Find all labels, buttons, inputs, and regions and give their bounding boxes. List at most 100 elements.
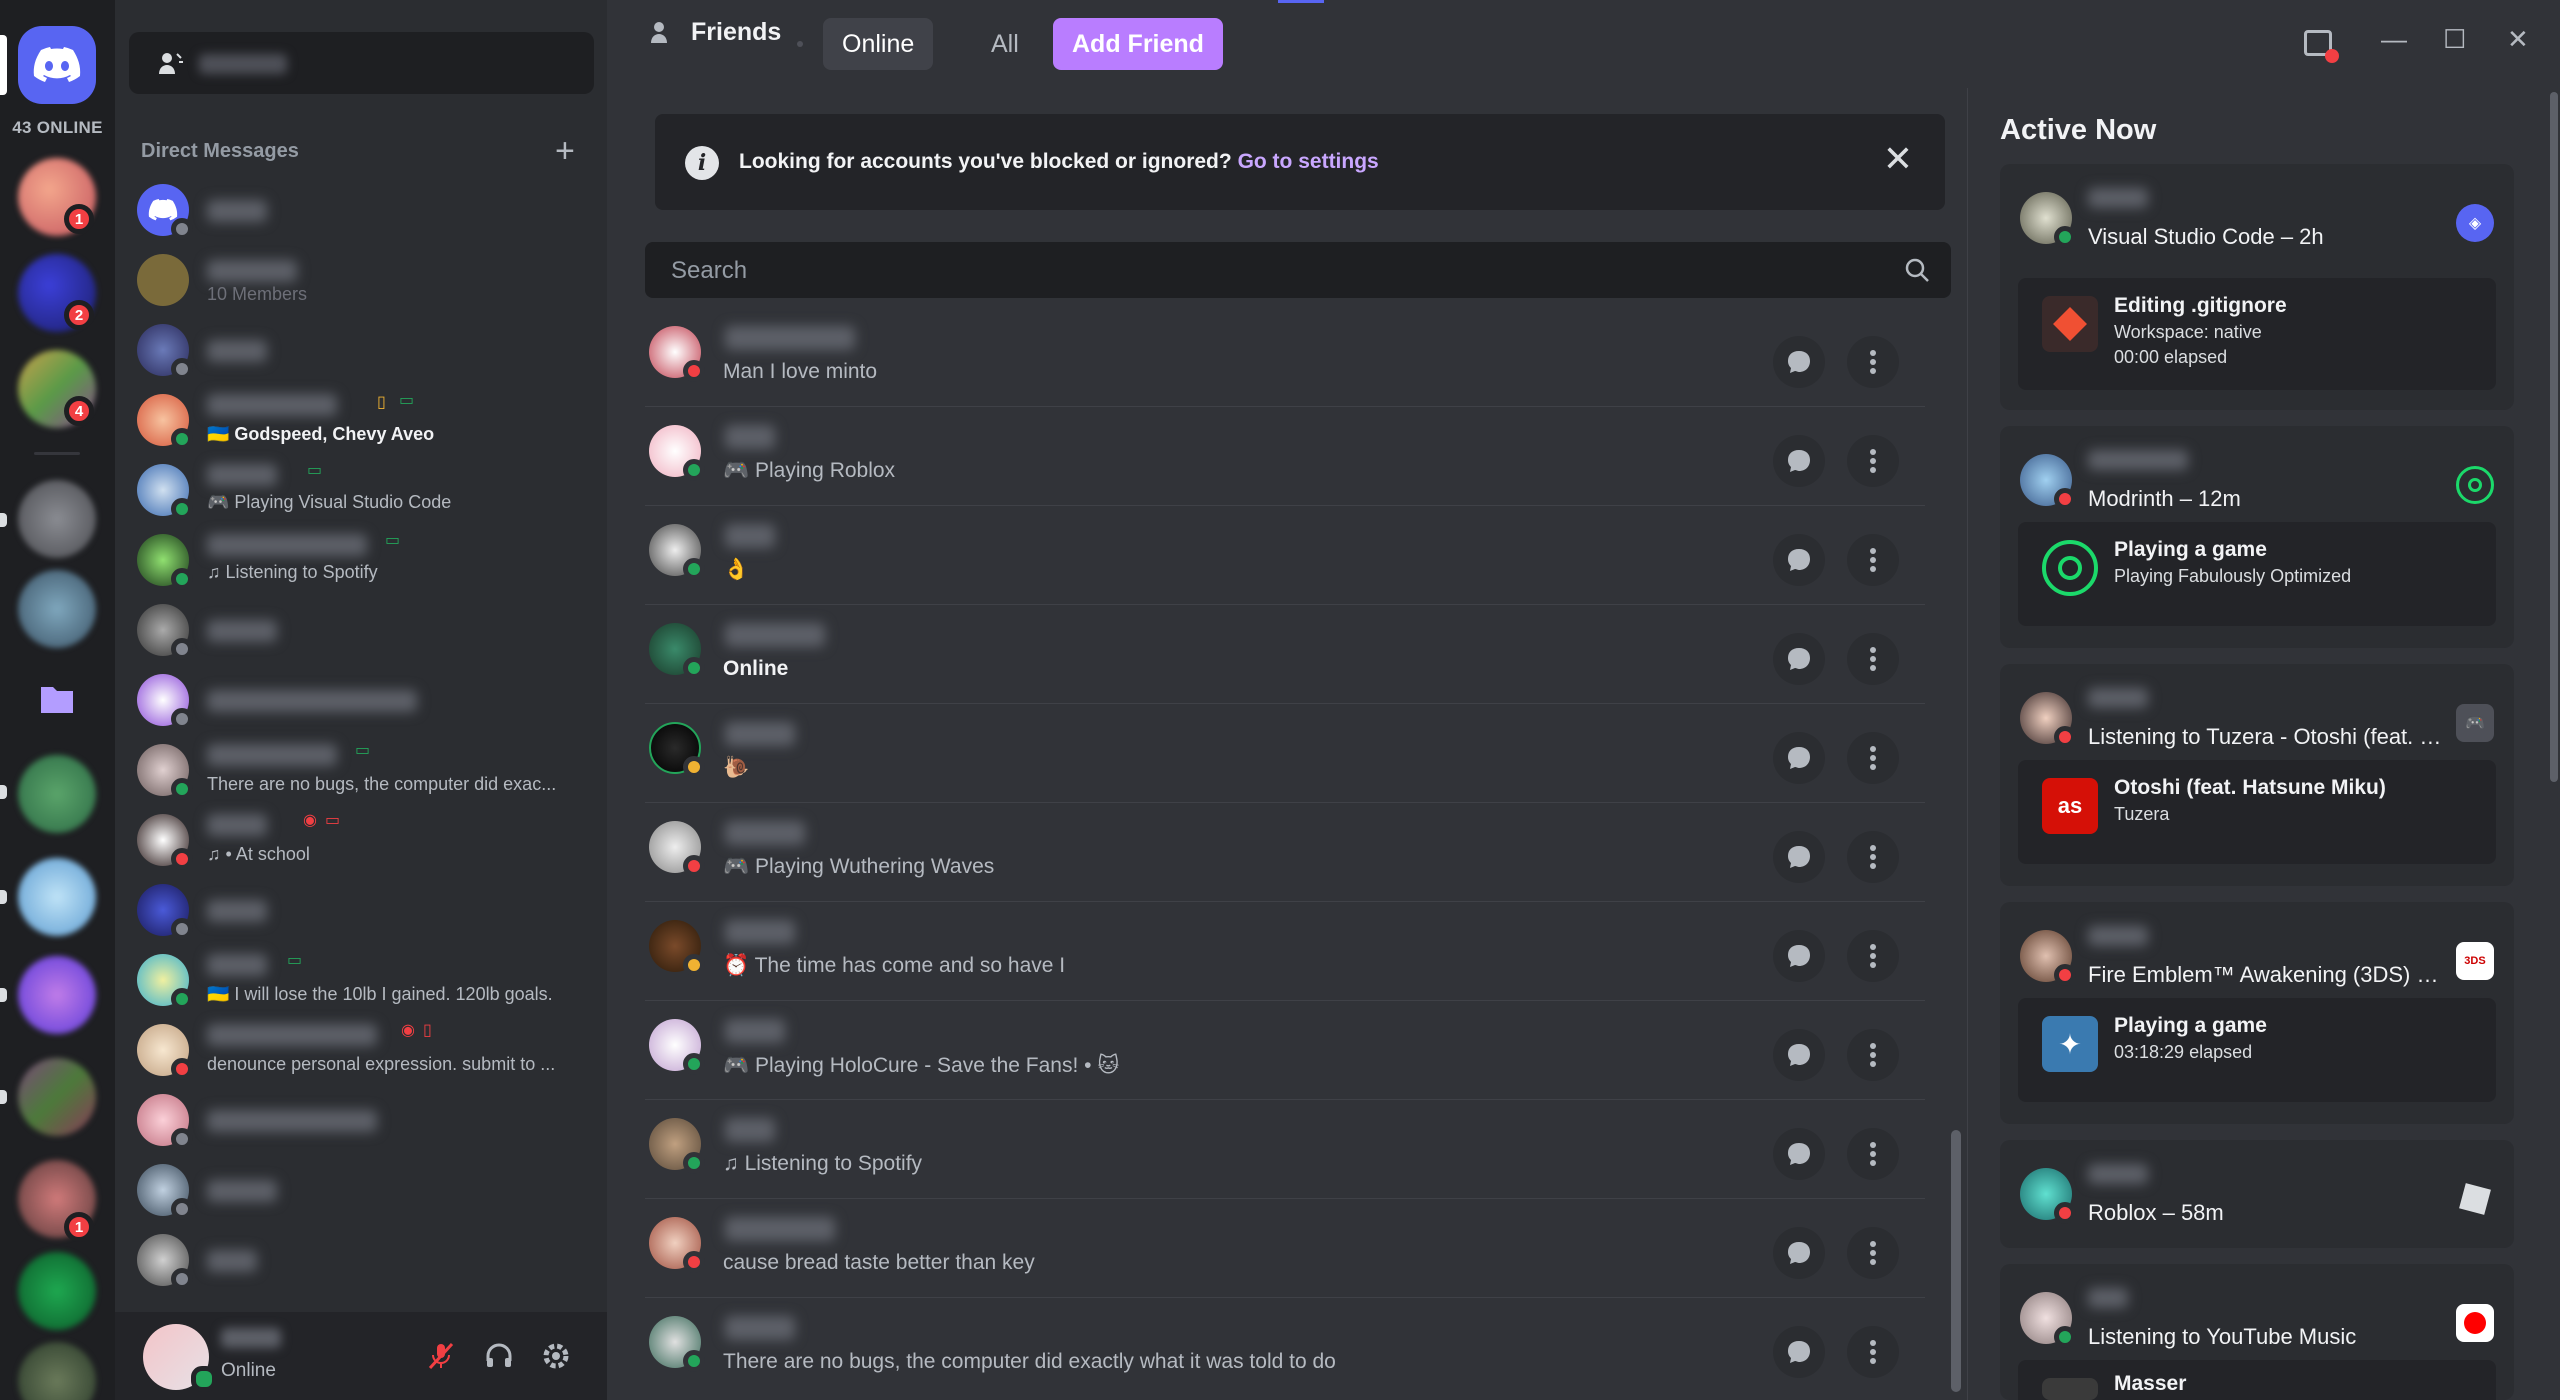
activity-card[interactable]: Listening to YouTube Music Masser (2000, 1264, 2514, 1400)
server-icon[interactable] (18, 755, 96, 833)
friend-row[interactable]: Man I love minto (645, 308, 1925, 407)
message-button[interactable] (1773, 930, 1825, 982)
home-button[interactable] (18, 26, 96, 104)
close-icon[interactable]: ✕ (1883, 138, 1913, 180)
dm-item[interactable]: ◉ ▭ ♫ • At school (137, 806, 597, 874)
activity-detail: Editing .gitignore Workspace: native 00:… (2018, 278, 2496, 390)
message-button[interactable] (1773, 831, 1825, 883)
dm-item[interactable] (137, 1086, 597, 1154)
message-button[interactable] (1773, 1029, 1825, 1081)
dm-item[interactable]: ◉ ▯ denounce personal expression. submit… (137, 1016, 597, 1084)
more-options-button[interactable] (1847, 633, 1899, 685)
name-blur (207, 340, 267, 362)
deafen-button[interactable] (479, 1336, 519, 1376)
message-button[interactable] (1773, 534, 1825, 586)
friend-row[interactable]: 🎮 Playing Wuthering Waves (645, 803, 1925, 902)
maximize-icon[interactable]: ☐ (2443, 24, 2466, 55)
server-icon[interactable] (18, 1342, 96, 1400)
mute-button[interactable] (421, 1336, 461, 1376)
message-button[interactable] (1773, 435, 1825, 487)
dm-item[interactable] (137, 596, 597, 664)
more-options-button[interactable] (1847, 1227, 1899, 1279)
name-blur (725, 425, 775, 449)
dm-item[interactable]: ▭ 🇺🇦 I will lose the 10lb I gained. 120l… (137, 946, 597, 1014)
message-button[interactable] (1773, 1227, 1825, 1279)
friend-row[interactable]: There are no bugs, the computer did exac… (645, 1298, 1925, 1397)
active-now-scrollbar[interactable] (2550, 92, 2558, 782)
server-icon[interactable] (18, 1252, 96, 1330)
activity-card[interactable]: Visual Studio Code – 2h ◈ Editing .gitig… (2000, 164, 2514, 410)
name-blur (725, 524, 775, 548)
rail-divider (34, 452, 80, 455)
activity-card[interactable]: Listening to Tuzera - Otoshi (feat. H...… (2000, 664, 2514, 886)
mobile-icon: ▯ (423, 1022, 432, 1039)
dm-item[interactable]: ▯ ▭ 🇺🇦 Godspeed, Chevy Aveo (137, 386, 597, 454)
dm-item[interactable]: 10 Members (137, 246, 597, 314)
friend-row[interactable]: Online (645, 605, 1925, 704)
more-options-button[interactable] (1847, 336, 1899, 388)
more-options-button[interactable] (1847, 1029, 1899, 1081)
dm-item[interactable] (137, 176, 597, 244)
server-icon[interactable] (18, 480, 96, 558)
server-icon[interactable] (18, 1058, 96, 1136)
friend-row[interactable]: cause bread taste better than key (645, 1199, 1925, 1298)
inbox-button[interactable] (2304, 30, 2339, 63)
message-button[interactable] (1773, 732, 1825, 784)
create-dm-button[interactable]: + (555, 132, 575, 171)
status-online (171, 568, 193, 590)
message-button[interactable] (1773, 633, 1825, 685)
dm-item[interactable] (137, 876, 597, 944)
message-button[interactable] (1773, 336, 1825, 388)
name-blur (207, 260, 297, 282)
more-options-button[interactable] (1847, 435, 1899, 487)
mention-badge: 1 (64, 204, 94, 234)
more-options-button[interactable] (1847, 831, 1899, 883)
close-window-icon[interactable]: ✕ (2507, 24, 2529, 55)
dm-item[interactable] (137, 666, 597, 734)
status-offline (171, 1128, 193, 1150)
friends-main: i Looking for accounts you've blocked or… (607, 0, 1967, 1400)
more-options-button[interactable] (1847, 930, 1899, 982)
user-settings-button[interactable] (536, 1336, 576, 1376)
message-button[interactable] (1773, 1128, 1825, 1180)
server-icon[interactable] (18, 570, 96, 648)
activity-card[interactable]: Fire Emblem™ Awakening (3DS) – 3h 3DS ✦ … (2000, 902, 2514, 1124)
server-icon[interactable] (18, 858, 96, 936)
dm-subtext: There are no bugs, the computer did exac… (207, 774, 557, 794)
more-options-button[interactable] (1847, 1128, 1899, 1180)
server-folder[interactable] (18, 660, 96, 738)
roblox-icon (2456, 1180, 2494, 1218)
more-options-button[interactable] (1847, 732, 1899, 784)
mic-muted-icon (428, 1342, 454, 1370)
activity-title: Listening to YouTube Music (2088, 1324, 2357, 1349)
more-options-button[interactable] (1847, 1326, 1899, 1378)
go-to-settings-link[interactable]: Go to settings (1238, 150, 1379, 173)
server-icon[interactable] (18, 956, 96, 1034)
friend-row[interactable]: ♫ Listening to Spotify (645, 1100, 1925, 1199)
friend-row[interactable]: ⏰ The time has come and so have I (645, 902, 1925, 1001)
friends-scrollbar[interactable] (1951, 1130, 1961, 1392)
friend-row[interactable]: 👌 (645, 506, 1925, 605)
dm-item[interactable]: ▭ There are no bugs, the computer did ex… (137, 736, 597, 804)
activity-card[interactable]: Roblox – 58m (2000, 1140, 2514, 1248)
dm-item[interactable] (137, 1156, 597, 1224)
name-blur (207, 1110, 377, 1132)
chat-bubble-icon (1788, 648, 1810, 670)
dm-item[interactable]: ▭ ♫ Listening to Spotify (137, 526, 597, 594)
dm-item[interactable] (137, 316, 597, 384)
name-blur (725, 821, 805, 845)
activity-line2: Playing Fabulously Optimized (2114, 566, 2352, 586)
friend-status: cause bread taste better than key (723, 1251, 1035, 1274)
message-button[interactable] (1773, 1326, 1825, 1378)
friend-row[interactable]: 🎮 Playing HoloCure - Save the Fans! • 🐱 (645, 1001, 1925, 1100)
more-options-button[interactable] (1847, 534, 1899, 586)
find-conversation-button[interactable] (129, 32, 594, 94)
dm-item[interactable] (137, 1226, 597, 1294)
friends-search-input[interactable]: Search (645, 242, 1951, 298)
friend-row[interactable]: 🐌 (645, 704, 1925, 803)
friend-row[interactable]: 🎮 Playing Roblox (645, 407, 1925, 506)
dm-item[interactable]: ▭ 🎮 Playing Visual Studio Code (137, 456, 597, 524)
fire-emblem-icon: ✦ (2042, 1016, 2098, 1072)
activity-card[interactable]: Modrinth – 12m Playing a game Playing Fa… (2000, 426, 2514, 648)
minimize-icon[interactable]: — (2381, 24, 2407, 55)
